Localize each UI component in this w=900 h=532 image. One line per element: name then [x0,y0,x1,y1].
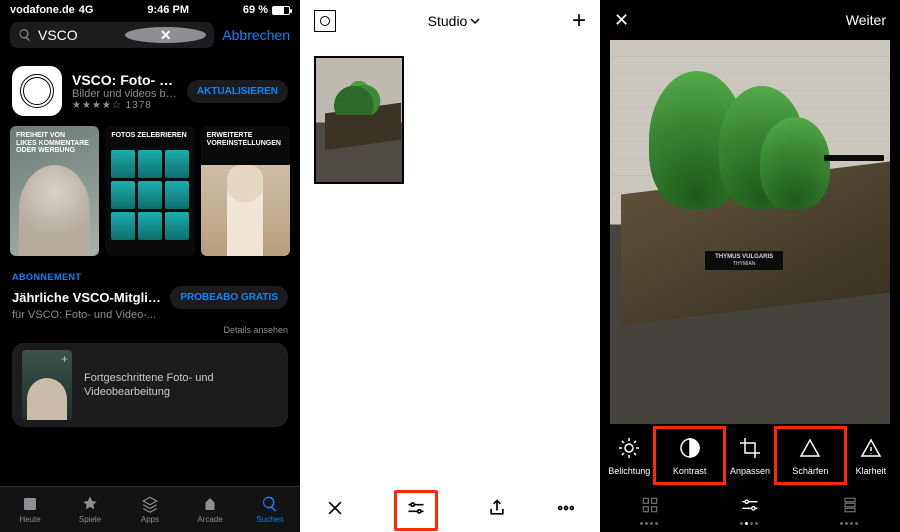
tool-clarity[interactable]: Klarheit [842,435,900,476]
app-rating: ★★★★☆ 1378 [72,100,177,111]
contrast-icon [678,436,702,460]
details-link[interactable]: Details ansehen [0,321,300,343]
status-bar: vodafone.de 4G 9:46 PM 69 % [0,0,300,18]
more-button[interactable] [556,498,576,523]
cancel-button[interactable]: Abbrechen [222,27,290,43]
promo-thumb [22,350,72,420]
studio-topbar: Studio + [300,0,600,42]
tab-today[interactable]: Heute [0,487,60,532]
trial-button[interactable]: PROBEABO GRATIS [170,286,288,309]
tool-sharpen[interactable]: Schärfen [779,431,841,480]
app-subtitle: Bilder und videos be... [72,88,177,100]
tab-arcade[interactable]: Arcade [180,487,240,532]
triangle-warn-icon [859,436,883,460]
stack-icon [840,495,860,515]
screenshot-3[interactable]: ERWEITERTE VOREINSTELLUNGEN [201,126,290,256]
app-result[interactable]: VSCO: Foto- und... Bilder und videos be.… [0,56,300,126]
close-button[interactable] [325,498,345,523]
tool-row: Belichtung Kontrast Anpassen Schärfen Kl… [600,424,900,486]
close-button[interactable]: ✕ [614,10,629,31]
tab-bar: Heute Spiele Apps Arcade Suchen [0,486,300,532]
subscription-title: Jährliche VSCO-Mitglied... [12,290,162,305]
tab-games[interactable]: Spiele [60,487,120,532]
crop-icon [738,436,762,460]
search-text: VSCO [38,27,119,43]
tool-contrast[interactable]: Kontrast [658,431,720,480]
editor-panel: ✕ Weiter THYMUS VULGARISTHYMIAN Belichtu… [600,0,900,532]
battery-pct: 69 % [243,4,268,16]
app-name: VSCO: Foto- und... [72,72,177,88]
tool-exposure[interactable]: Belichtung [600,435,658,476]
search-icon [18,28,32,42]
sliders-icon [740,495,760,515]
studio-panel: Studio + [300,0,600,532]
organize-tab[interactable] [840,495,860,525]
editor-bottombar [600,488,900,532]
next-button[interactable]: Weiter [846,12,886,28]
appstore-panel: vodafone.de 4G 9:46 PM 69 % VSCO ✕ Abbre… [0,0,300,532]
battery-icon [272,6,290,15]
search-row: VSCO ✕ Abbrechen [0,18,300,56]
app-icon [12,66,62,116]
edit-button[interactable] [394,490,438,531]
promo-card[interactable]: Fortgeschrittene Foto- undVideobearbeitu… [12,343,288,427]
studio-title[interactable]: Studio [428,13,481,29]
plant-sign-2 [824,155,884,161]
studio-grid [300,42,600,198]
edit-canvas[interactable]: THYMUS VULGARISTHYMIAN [610,40,890,424]
screenshot-2[interactable]: FOTOS ZELEBRIEREN [105,126,194,256]
presets-tab[interactable] [640,495,660,525]
subscription-heading: ABONNEMENT [12,272,288,282]
clear-icon[interactable]: ✕ [125,27,206,43]
tab-apps[interactable]: Apps [120,487,180,532]
grid-icon [640,495,660,515]
chevron-down-icon [470,16,480,26]
screenshot-1[interactable]: FREIHEIT VONLIKES KOMMENTARE ODER WERBUN… [10,126,99,256]
share-button[interactable] [487,498,507,523]
subscription-block: ABONNEMENT Jährliche VSCO-Mitglied... PR… [0,266,300,321]
tab-search[interactable]: Suchen [240,487,300,532]
tool-adjust[interactable]: Anpassen [721,435,779,476]
carrier: vodafone.de [10,4,75,16]
studio-bottombar [300,488,600,532]
search-input[interactable]: VSCO ✕ [10,22,214,48]
capture-icon[interactable] [314,10,336,32]
update-button[interactable]: AKTUALISIEREN [187,80,288,103]
subscription-subtitle: für VSCO: Foto- und Video-... [12,309,288,321]
editor-topbar: ✕ Weiter [600,0,900,40]
clock: 9:46 PM [147,4,189,16]
promo-text: Fortgeschrittene Foto- undVideobearbeitu… [84,371,278,400]
photo-thumbnail[interactable] [314,56,404,184]
adjust-tab[interactable] [740,495,760,525]
screenshots[interactable]: FREIHEIT VONLIKES KOMMENTARE ODER WERBUN… [0,126,300,266]
plant-sign: THYMUS VULGARISTHYMIAN [705,251,783,270]
sun-icon [617,436,641,460]
network: 4G [79,4,94,16]
triangle-icon [798,436,822,460]
add-button[interactable]: + [572,9,586,33]
